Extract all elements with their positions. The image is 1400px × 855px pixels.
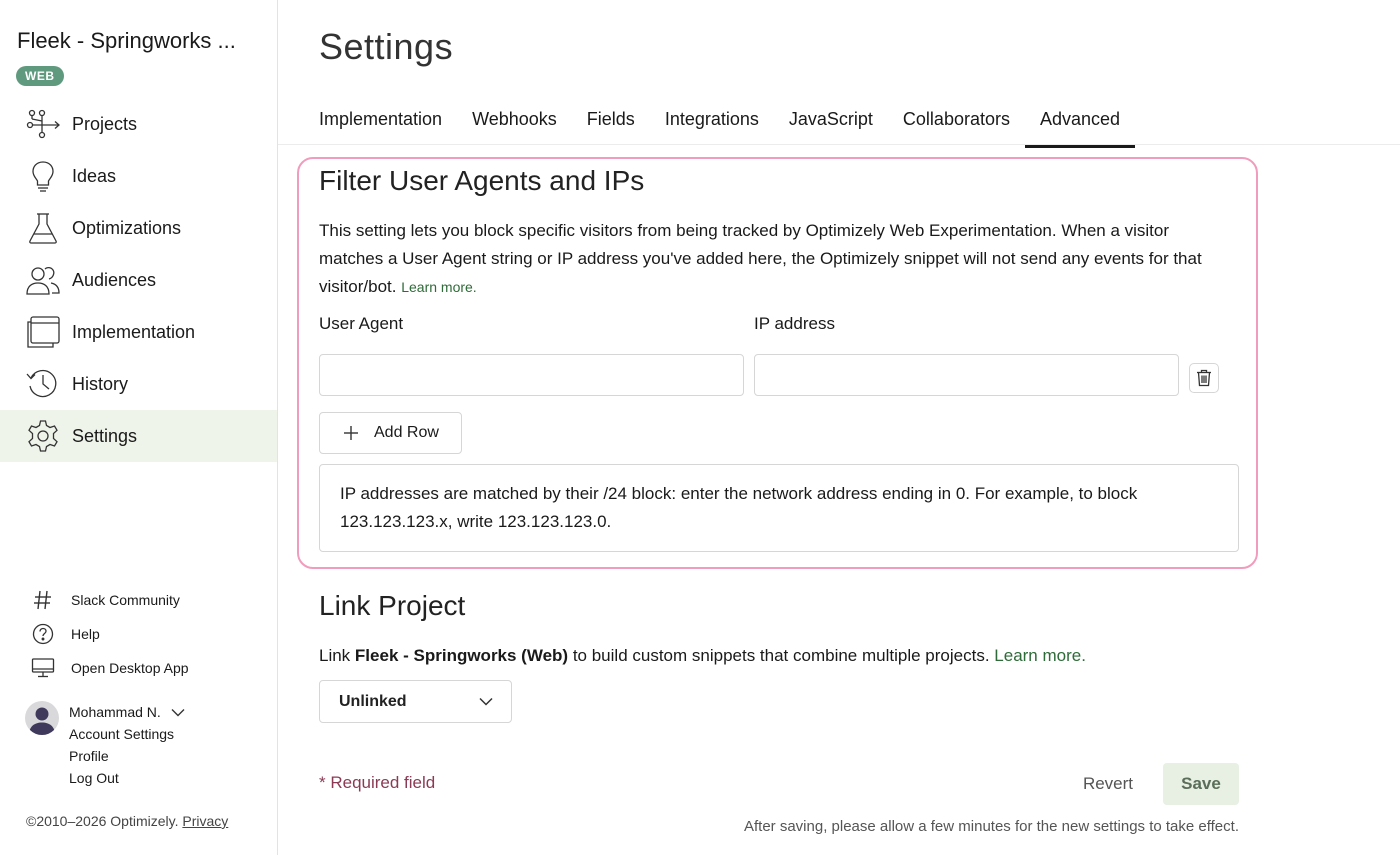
sidebar-item-label: Audiences xyxy=(72,269,157,290)
tab-fields[interactable]: Fields xyxy=(572,96,650,148)
gear-icon xyxy=(24,417,62,455)
project-name: Fleek - Springworks (Web) xyxy=(354,646,569,665)
sidebar: Fleek - Springworks ... WEB Projects Ide… xyxy=(0,0,278,855)
page-title: Settings xyxy=(319,26,454,67)
link-project-learn-more-link[interactable]: Learn more. xyxy=(994,646,1086,665)
user-name: Mohammad N. xyxy=(69,704,161,720)
revert-button[interactable]: Revert xyxy=(1068,764,1148,804)
sidebar-item-label: Implementation xyxy=(72,321,196,342)
copyright-text: ©2010–2026 Optimizely. xyxy=(26,813,179,829)
sidebar-item-settings[interactable]: Settings xyxy=(0,410,277,462)
avatar[interactable] xyxy=(25,701,59,735)
after-save-note: After saving, please allow a few minutes… xyxy=(744,818,1239,835)
chevron-down-icon xyxy=(171,708,185,717)
trash-icon xyxy=(1196,369,1212,387)
link-project-select-value: Unlinked xyxy=(339,692,407,710)
sidebar-item-label: History xyxy=(72,373,129,394)
lightbulb-icon xyxy=(24,157,62,195)
sidebar-item-history[interactable]: History xyxy=(0,358,277,410)
help-icon xyxy=(30,621,56,647)
sidebar-item-optimizations[interactable]: Optimizations xyxy=(0,202,277,254)
tab-javascript[interactable]: JavaScript xyxy=(774,96,888,148)
user-agent-label: User Agent xyxy=(319,314,404,333)
filter-learn-more-link[interactable]: Learn more. xyxy=(401,279,476,295)
add-row-label: Add Row xyxy=(374,424,439,441)
link-project-description: Link Fleek - Springworks (Web) to build … xyxy=(319,643,1086,669)
flask-icon xyxy=(24,209,62,247)
project-title[interactable]: Fleek - Springworks ... xyxy=(17,28,236,54)
plus-icon xyxy=(342,424,360,442)
filter-description: This setting lets you block specific vis… xyxy=(319,217,1229,301)
sidebar-item-audiences[interactable]: Audiences xyxy=(0,254,277,306)
filter-heading: Filter User Agents and IPs xyxy=(319,165,645,196)
tab-webhooks[interactable]: Webhooks xyxy=(457,96,572,148)
ip-address-label: IP address xyxy=(754,314,835,333)
tab-implementation[interactable]: Implementation xyxy=(304,96,457,148)
logout-link[interactable]: Log Out xyxy=(69,767,229,789)
platform-badge: WEB xyxy=(16,66,64,86)
ip-info-box: IP addresses are matched by their /24 bl… xyxy=(319,464,1239,552)
users-icon xyxy=(24,261,62,299)
sidebar-item-label: Optimizations xyxy=(72,217,182,238)
link-prefix: Link xyxy=(319,646,351,665)
tab-integrations[interactable]: Integrations xyxy=(650,96,774,148)
delete-row-button[interactable] xyxy=(1189,363,1219,393)
open-desktop-app-label: Open Desktop App xyxy=(71,660,189,676)
slack-community-label: Slack Community xyxy=(71,592,180,608)
save-button[interactable]: Save xyxy=(1163,763,1239,805)
monitor-icon xyxy=(30,655,56,681)
projects-icon xyxy=(24,105,62,143)
sidebar-secondary-links: Slack Community Help Open Desktop App xyxy=(30,583,189,685)
hash-icon xyxy=(30,587,56,613)
sidebar-item-label: Projects xyxy=(72,113,138,134)
settings-tabs: Implementation Webhooks Fields Integrati… xyxy=(304,96,1136,148)
user-name-toggle[interactable]: Mohammad N. xyxy=(69,701,229,723)
open-desktop-app-link[interactable]: Open Desktop App xyxy=(30,651,189,685)
add-row-button[interactable]: Add Row xyxy=(319,412,462,454)
sidebar-item-ideas[interactable]: Ideas xyxy=(0,150,277,202)
profile-link[interactable]: Profile xyxy=(69,745,229,767)
sidebar-nav: Projects Ideas Optimizations Audiences I… xyxy=(0,98,277,462)
slack-community-link[interactable]: Slack Community xyxy=(30,583,189,617)
help-link[interactable]: Help xyxy=(30,617,189,651)
help-label: Help xyxy=(71,626,100,642)
tab-collaborators[interactable]: Collaborators xyxy=(888,96,1025,148)
tab-advanced[interactable]: Advanced xyxy=(1024,96,1136,148)
sidebar-item-implementation[interactable]: Implementation xyxy=(0,306,277,358)
chevron-down-icon xyxy=(479,697,493,706)
account-settings-link[interactable]: Account Settings xyxy=(69,723,229,745)
history-icon xyxy=(24,365,62,403)
ip-address-input[interactable] xyxy=(754,354,1179,396)
tabs-divider xyxy=(278,144,1400,145)
user-agent-input[interactable] xyxy=(319,354,744,396)
sidebar-item-label: Settings xyxy=(72,425,138,446)
sidebar-item-projects[interactable]: Projects xyxy=(0,98,277,150)
link-project-heading: Link Project xyxy=(319,590,466,621)
window-icon xyxy=(24,313,62,351)
privacy-link[interactable]: Privacy xyxy=(182,813,228,829)
user-menu: Mohammad N. Account Settings Profile Log… xyxy=(69,701,229,789)
sidebar-item-label: Ideas xyxy=(72,165,117,186)
link-suffix: to build custom snippets that combine mu… xyxy=(572,646,990,665)
required-field-note: * Required field xyxy=(319,773,436,792)
copyright: ©2010–2026 Optimizely. Privacy xyxy=(26,813,228,829)
link-project-select[interactable]: Unlinked xyxy=(319,680,512,723)
